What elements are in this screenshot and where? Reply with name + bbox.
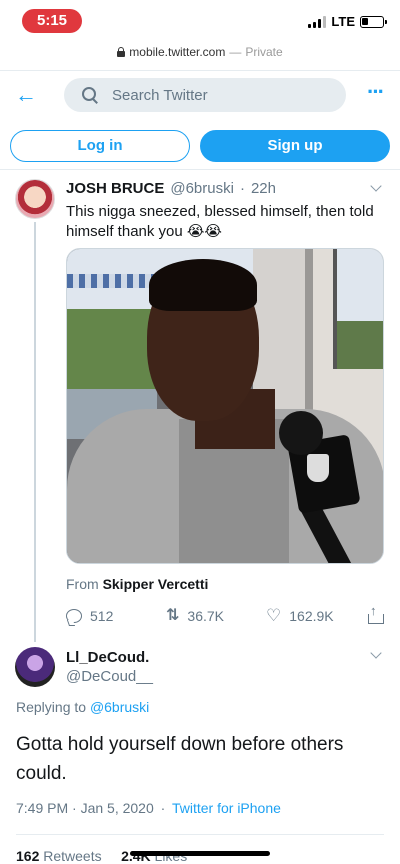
network-label: LTE	[331, 14, 355, 29]
share-button[interactable]	[368, 603, 384, 624]
meta-dot: ·	[160, 800, 166, 816]
retweet-icon: ⇅	[166, 607, 180, 624]
tweet-dot: ·	[239, 180, 245, 197]
auth-bar: Log in Sign up	[0, 124, 400, 170]
replying-to: Replying to @6bruski	[16, 699, 149, 715]
tweet-time[interactable]: 22h	[251, 180, 276, 197]
back-arrow-icon[interactable]: ←	[14, 83, 38, 107]
avatar[interactable]	[15, 647, 55, 687]
signup-button[interactable]: Sign up	[200, 130, 390, 162]
url-separator: —	[229, 45, 242, 59]
reply-count: 512	[90, 608, 114, 624]
twitter-header: ← ···	[0, 70, 400, 118]
replying-prefix: Replying to	[16, 699, 87, 715]
private-label: Private	[245, 45, 283, 59]
search-icon	[82, 87, 98, 103]
author-handle[interactable]: @6bruski	[170, 180, 234, 197]
avatar[interactable]	[15, 179, 55, 219]
replying-to-link[interactable]: @6bruski	[90, 699, 149, 715]
thread-line	[34, 222, 36, 642]
retweet-button[interactable]: ⇅ 36.7K	[166, 607, 224, 625]
tweet-timestamp[interactable]: 7:49 PM · Jan 5, 2020	[16, 800, 154, 816]
lock-icon	[117, 47, 126, 57]
tweet-meta: 7:49 PM · Jan 5, 2020 · Twitter for iPho…	[16, 800, 281, 816]
retweets-label[interactable]: Retweets	[43, 848, 101, 864]
nfl-logo-icon	[307, 454, 329, 482]
retweets-count[interactable]: 162	[16, 848, 39, 864]
tweet-header: JOSH BRUCE @6bruski · 22h	[66, 180, 276, 197]
browser-url-bar[interactable]: mobile.twitter.com — Private	[0, 40, 400, 64]
tweet-actions: 512 ⇅ 36.7K ♡ 162.9K	[66, 603, 386, 630]
divider	[16, 834, 384, 835]
media-attribution: From Skipper Vercetti	[66, 576, 208, 592]
more-options-icon[interactable]: ···	[364, 81, 386, 105]
login-button[interactable]: Log in	[10, 130, 190, 162]
status-time: 5:15	[22, 9, 82, 33]
search-input[interactable]	[112, 86, 312, 104]
signal-icon	[308, 15, 327, 28]
like-button[interactable]: ♡ 162.9K	[266, 606, 334, 625]
author-name[interactable]: Ll_DeCoud.	[66, 649, 149, 666]
home-indicator[interactable]	[130, 851, 270, 856]
search-box[interactable]	[64, 78, 346, 112]
url-domain: mobile.twitter.com	[129, 45, 226, 59]
tweet-text: Gotta hold yourself down before others c…	[16, 734, 344, 784]
status-indicators: LTE	[308, 14, 387, 29]
reply-icon	[66, 609, 82, 623]
heart-icon: ♡	[266, 606, 282, 625]
author-handle[interactable]: @DeCoud__	[66, 668, 153, 685]
chevron-down-icon[interactable]	[370, 649, 382, 661]
chevron-down-icon[interactable]	[370, 182, 382, 194]
from-name[interactable]: Skipper Vercetti	[103, 576, 209, 592]
from-prefix: From	[66, 576, 99, 592]
status-bar: 5:15 LTE	[0, 0, 400, 40]
tweet-text: This nigga sneezed, blessed himself, the…	[66, 203, 374, 240]
like-count: 162.9K	[289, 608, 334, 624]
battery-icon	[360, 15, 387, 28]
reply-button[interactable]: 512	[66, 608, 113, 624]
tweet-source[interactable]: Twitter for iPhone	[172, 800, 281, 816]
tweet-video[interactable]	[66, 248, 384, 564]
share-icon	[368, 603, 384, 624]
author-name[interactable]: JOSH BRUCE	[66, 180, 164, 197]
retweet-count: 36.7K	[187, 608, 224, 624]
